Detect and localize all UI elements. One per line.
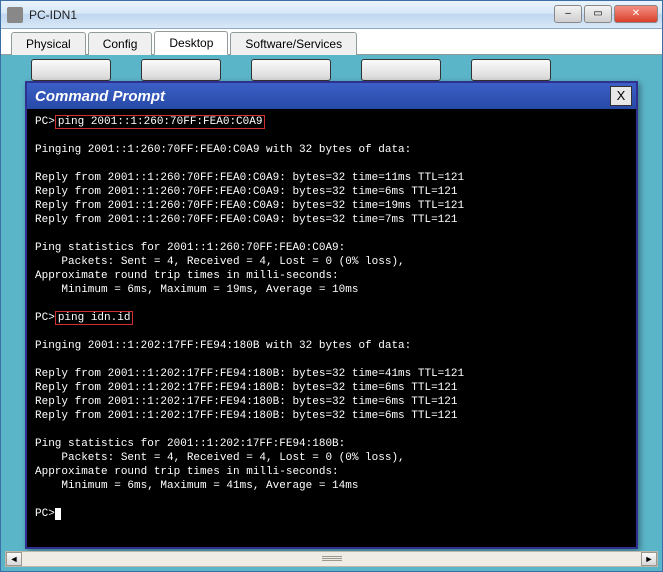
terminal-cursor	[55, 508, 61, 520]
desktop-shortcut-icon[interactable]	[471, 59, 551, 81]
close-button[interactable]: ✕	[614, 5, 658, 23]
maximize-button[interactable]: ▭	[584, 5, 612, 23]
desktop-shortcut-icon[interactable]	[251, 59, 331, 81]
prompt-prefix: PC>	[35, 312, 55, 324]
prompt-prefix: PC>	[35, 116, 55, 128]
tab-desktop[interactable]: Desktop	[154, 31, 228, 55]
scroll-left-button[interactable]: ◄	[6, 552, 22, 566]
command-prompt-window: Command Prompt X PC>ping 2001::1:260:70F…	[25, 81, 638, 549]
window-title: PC-IDN1	[29, 8, 552, 22]
desktop-content: Command Prompt X PC>ping 2001::1:260:70F…	[1, 55, 662, 571]
desktop-shortcut-icon[interactable]	[361, 59, 441, 81]
minimize-button[interactable]: –	[554, 5, 582, 23]
command-prompt-title: Command Prompt	[35, 88, 610, 105]
horizontal-scrollbar[interactable]: ◄ ►	[5, 551, 658, 567]
scroll-grip-icon[interactable]	[322, 555, 342, 563]
command-prompt-titlebar[interactable]: Command Prompt X	[27, 83, 636, 109]
tab-physical[interactable]: Physical	[11, 32, 86, 55]
prompt-prefix: PC>	[35, 508, 55, 520]
window-titlebar[interactable]: PC-IDN1 – ▭ ✕	[1, 1, 662, 29]
desktop-shortcut-icon[interactable]	[141, 59, 221, 81]
tab-software-services[interactable]: Software/Services	[230, 32, 357, 55]
terminal-output[interactable]: PC>ping 2001::1:260:70FF:FEA0:C0A9 Pingi…	[27, 109, 636, 547]
desktop-shortcut-icon[interactable]	[31, 59, 111, 81]
app-icon	[7, 7, 23, 23]
window-controls: – ▭ ✕	[552, 5, 658, 25]
highlighted-command: ping idn.id	[55, 311, 134, 325]
command-prompt-close-button[interactable]: X	[610, 86, 632, 106]
highlighted-command: ping 2001::1:260:70FF:FEA0:C0A9	[55, 115, 266, 129]
scroll-right-button[interactable]: ►	[641, 552, 657, 566]
tab-config[interactable]: Config	[88, 32, 153, 55]
terminal-text: Pinging 2001::1:260:70FF:FEA0:C0A9 with …	[35, 144, 464, 296]
tab-strip: Physical Config Desktop Software/Service…	[1, 29, 662, 55]
app-window: PC-IDN1 – ▭ ✕ Physical Config Desktop So…	[0, 0, 663, 572]
terminal-text: Pinging 2001::1:202:17FF:FE94:180B with …	[35, 340, 464, 492]
